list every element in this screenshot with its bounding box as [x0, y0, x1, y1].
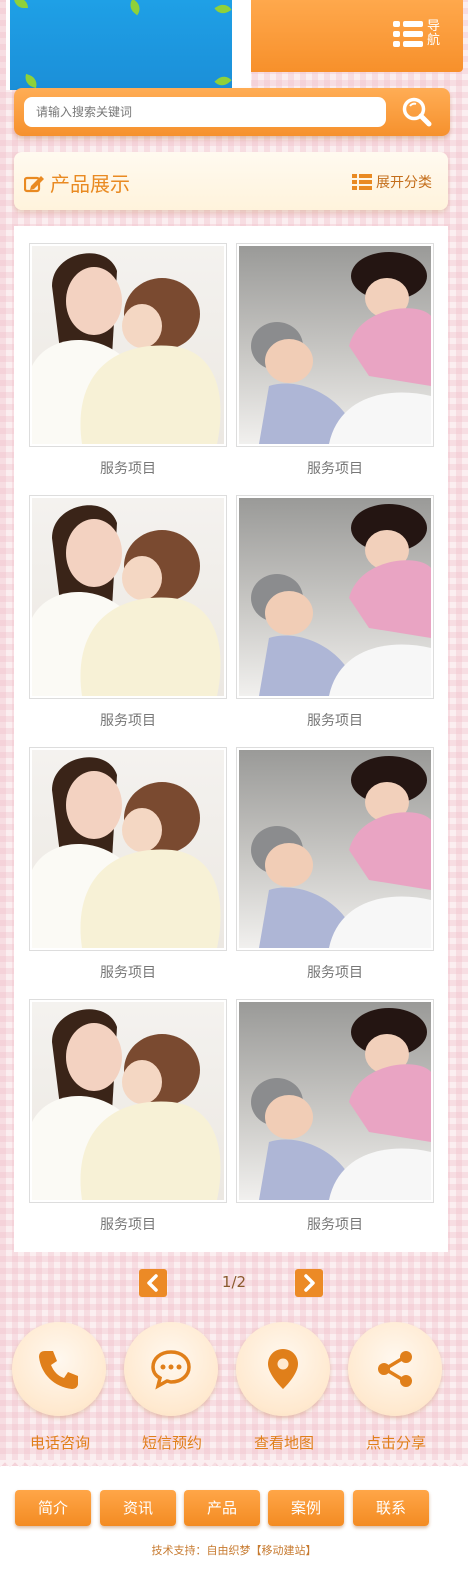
product-item[interactable]: 服务项目 — [29, 495, 227, 730]
list-icon — [352, 174, 372, 190]
search-input[interactable] — [24, 97, 386, 127]
tech-support-credit: 技术支持：自由织梦【移动建站】 — [0, 1542, 468, 1558]
nav-menu-button[interactable]: 导航 — [393, 16, 449, 52]
share-icon — [378, 1351, 412, 1387]
product-item[interactable]: 服务项目 — [29, 999, 227, 1234]
feature-label: 电话咨询 — [29, 1434, 90, 1452]
nurse-elderly-photo — [239, 750, 431, 948]
header: 导航 — [0, 0, 468, 90]
product-item[interactable]: 服务项目 — [236, 999, 434, 1234]
sms-booking-button[interactable]: 短信预约 — [124, 1322, 220, 1452]
logo-image — [10, 0, 232, 90]
nurse-elderly-photo — [239, 246, 431, 444]
product-item[interactable]: 服务项目 — [236, 243, 434, 478]
product-section-header: 产品展示 展开分类 — [14, 152, 448, 210]
nav-label: 导航 — [427, 19, 441, 48]
credit-company-link[interactable]: 自由织梦 — [207, 1544, 251, 1557]
nurse-elderly-photo — [239, 1002, 431, 1200]
feature-label: 查看地图 — [253, 1434, 314, 1452]
nurse-elderly-photo — [239, 498, 431, 696]
footer-menu-contact[interactable]: 联系 — [353, 1490, 429, 1526]
footer-menu-products[interactable]: 产品 — [184, 1490, 260, 1526]
nav-bar: 导航 — [251, 0, 463, 72]
map-pin-icon — [268, 1349, 298, 1389]
search-button[interactable] — [400, 96, 434, 128]
mother-baby-photo — [32, 750, 224, 948]
search-icon — [402, 97, 432, 127]
product-item[interactable]: 服务项目 — [236, 495, 434, 730]
product-item[interactable]: 服务项目 — [29, 243, 227, 478]
section-title: 产品展示 — [50, 172, 130, 196]
footer-menu-cases[interactable]: 案例 — [268, 1490, 344, 1526]
chevron-right-icon — [304, 1274, 315, 1292]
mother-baby-photo — [32, 1002, 224, 1200]
product-item[interactable]: 服务项目 — [236, 747, 434, 982]
footer — [0, 1466, 468, 1586]
chevron-left-icon — [147, 1274, 158, 1292]
phone-icon — [39, 1351, 78, 1389]
product-caption: 服务项目 — [307, 1217, 363, 1233]
product-caption: 服务项目 — [307, 461, 363, 477]
product-caption: 服务项目 — [100, 461, 156, 477]
menu-list-icon — [393, 21, 423, 47]
page-indicator: 1/2 — [221, 1273, 247, 1291]
product-caption: 服务项目 — [100, 965, 156, 981]
product-item[interactable]: 服务项目 — [29, 747, 227, 982]
message-icon — [151, 1350, 191, 1390]
prev-page-button[interactable] — [139, 1269, 167, 1297]
feature-label: 短信预约 — [141, 1434, 202, 1452]
pagination: 1/2 — [0, 1266, 468, 1300]
mother-baby-photo — [32, 498, 224, 696]
view-map-button[interactable]: 查看地图 — [236, 1322, 332, 1452]
next-page-button[interactable] — [295, 1269, 323, 1297]
site-logo[interactable] — [6, 0, 251, 90]
product-caption: 服务项目 — [307, 965, 363, 981]
product-caption: 服务项目 — [307, 713, 363, 729]
product-grid: 服务项目 服务项目 服务项目 服务项目 服务项目 服务项目 服务项目 服务项目 — [14, 226, 448, 1252]
expand-categories-button[interactable]: 展开分类 — [352, 172, 432, 192]
feature-label: 点击分享 — [365, 1434, 426, 1452]
phone-consult-button[interactable]: 电话咨询 — [12, 1322, 108, 1452]
edit-note-icon — [24, 175, 44, 192]
search-bar — [14, 88, 450, 136]
product-caption: 服务项目 — [100, 1217, 156, 1233]
expand-categories-label: 展开分类 — [376, 175, 432, 191]
footer-menu-news[interactable]: 资讯 — [100, 1490, 176, 1526]
footer-menu-intro[interactable]: 简介 — [15, 1490, 91, 1526]
share-button[interactable]: 点击分享 — [348, 1322, 444, 1452]
product-caption: 服务项目 — [100, 713, 156, 729]
mother-baby-photo — [32, 246, 224, 444]
zigzag-divider — [0, 1460, 468, 1470]
credit-prefix: 技术支持： — [151, 1544, 207, 1557]
credit-mobile-link[interactable]: 【移动建站】 — [251, 1544, 317, 1557]
